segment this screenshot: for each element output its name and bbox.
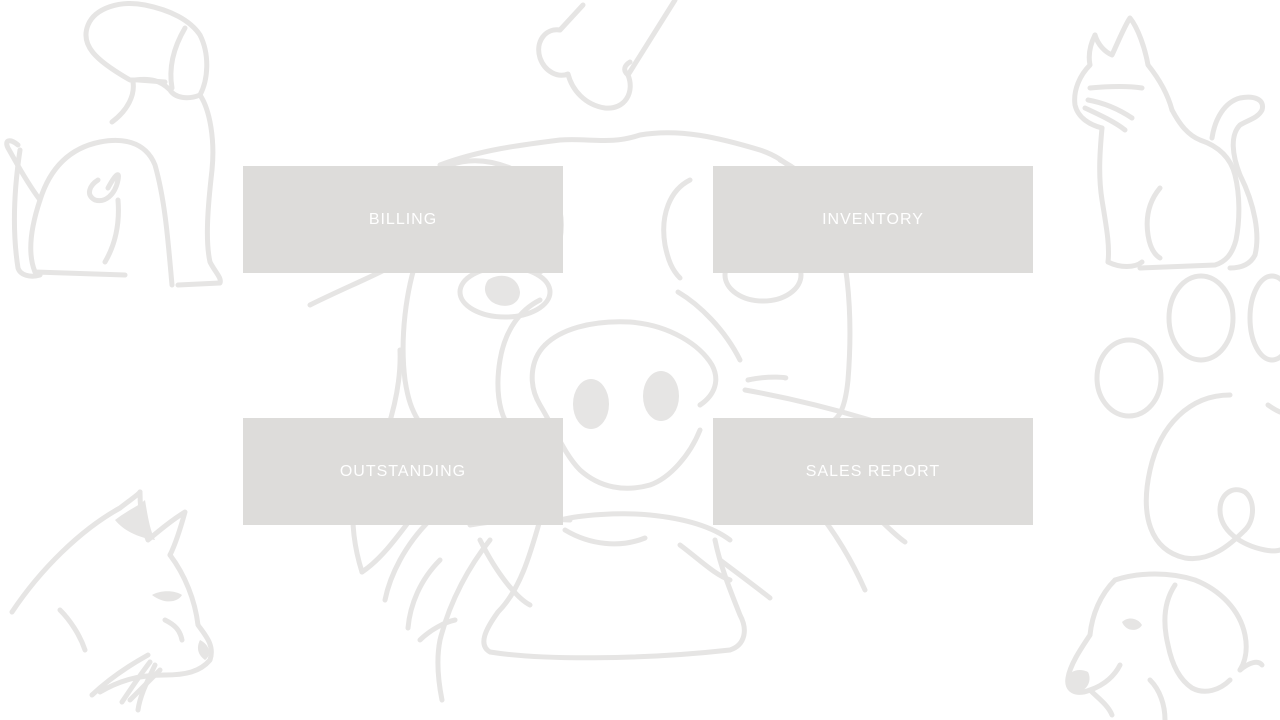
cat-head-outline-icon [9,489,214,713]
sales-report-button-label: SALES REPORT [805,462,941,480]
outstanding-button[interactable]: OUTSTANDING [243,418,563,525]
cat-sitting-outline-icon [1072,15,1266,271]
inventory-button-label: INVENTORY [822,210,924,228]
dog-outline-icon [4,1,223,288]
outstanding-button-label: OUTSTANDING [339,462,467,480]
paw-print-icon [1094,273,1280,562]
background-illustration [4,0,1280,720]
billing-button-label: BILLING [368,210,438,228]
dog-head-outline-icon [1065,571,1265,720]
main-menu-screen: BILLING INVENTORY OUTSTANDING SALES REPO… [0,0,1280,720]
bone-icon [536,0,678,111]
billing-button[interactable]: BILLING [243,166,563,273]
inventory-button[interactable]: INVENTORY [713,166,1033,273]
sales-report-button[interactable]: SALES REPORT [713,418,1033,525]
